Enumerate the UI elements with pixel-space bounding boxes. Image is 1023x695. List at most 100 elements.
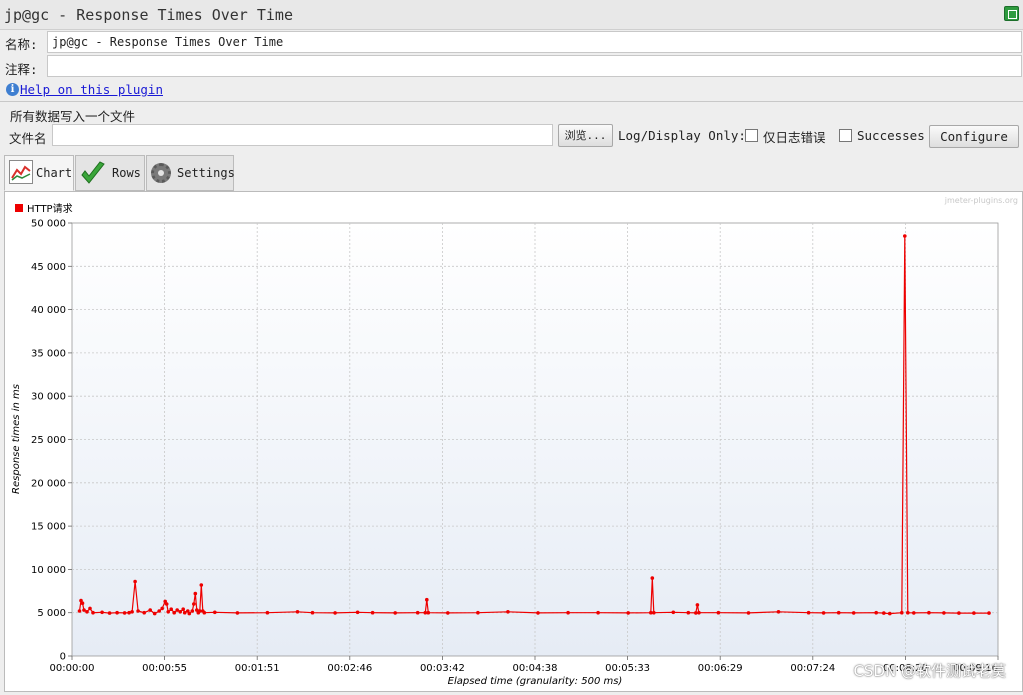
- tab-chart-label: Chart: [36, 166, 73, 180]
- window-title: jp@gc - Response Times Over Time: [4, 6, 293, 24]
- data-point: [903, 234, 907, 238]
- data-point: [190, 609, 195, 613]
- y-tick-label: 45 000: [31, 262, 66, 273]
- data-point: [686, 610, 691, 615]
- data-point: [142, 610, 146, 615]
- data-point: [972, 611, 976, 615]
- tab-rows-label: Rows: [112, 166, 141, 180]
- data-point: [650, 576, 655, 580]
- data-point: [957, 611, 961, 615]
- data-point: [506, 610, 510, 614]
- legend-label: HTTP请求: [27, 202, 73, 215]
- data-point: [202, 610, 207, 615]
- data-point: [694, 611, 698, 615]
- csdn-watermark: CSDN @软件测试老莫: [853, 662, 1006, 680]
- data-point: [172, 610, 176, 615]
- x-tick-label: 00:00:00: [50, 663, 95, 674]
- filename-label: 文件名: [9, 131, 47, 146]
- data-point: [91, 610, 95, 615]
- tab-settings-label: Settings: [177, 166, 235, 180]
- help-link[interactable]: Help on this plugin: [20, 82, 163, 97]
- x-tick-label: 00:04:38: [513, 663, 558, 674]
- x-axis-label: Elapsed time (granularity: 500 ms): [448, 676, 623, 687]
- name-field[interactable]: jp@gc - Response Times Over Time: [47, 31, 1022, 53]
- data-point: [695, 603, 700, 607]
- data-point: [136, 609, 140, 613]
- title-bar: jp@gc - Response Times Over Time: [0, 0, 1023, 30]
- data-point: [671, 610, 676, 615]
- data-point: [836, 610, 841, 615]
- browse-button[interactable]: 浏览...: [558, 124, 613, 147]
- data-point: [888, 611, 892, 616]
- data-point: [942, 611, 946, 615]
- data-point: [199, 583, 204, 587]
- data-point: [166, 610, 170, 614]
- data-point: [213, 610, 217, 615]
- data-point: [355, 610, 360, 615]
- data-point: [169, 607, 173, 611]
- tab-settings[interactable]: Settings: [146, 155, 235, 191]
- data-point: [193, 591, 198, 596]
- comment-field[interactable]: [47, 55, 1022, 77]
- x-tick-label: 00:06:29: [698, 663, 743, 674]
- filename-field[interactable]: [52, 124, 553, 146]
- tab-chart[interactable]: Chart: [4, 155, 74, 191]
- filename-row: 文件名 浏览... Log/Display Only: 仅日志错误 Succes…: [0, 124, 1023, 150]
- divider: [0, 101, 1023, 102]
- y-tick-label: 20 000: [31, 478, 66, 489]
- name-label: 名称:: [5, 37, 38, 52]
- data-point: [192, 602, 196, 606]
- data-point: [164, 602, 169, 606]
- data-point: [716, 610, 721, 615]
- x-tick-label: 00:02:46: [327, 663, 372, 674]
- errors-only-checkbox[interactable]: [745, 129, 758, 142]
- errors-only-label: 仅日志错误: [763, 130, 826, 145]
- data-point: [806, 610, 811, 615]
- data-point: [88, 606, 92, 611]
- data-point: [160, 606, 164, 611]
- x-tick-label: 00:05:33: [605, 663, 650, 674]
- data-point: [115, 610, 119, 615]
- data-point: [122, 611, 127, 615]
- data-point: [333, 611, 337, 615]
- checkmark-icon: [80, 161, 106, 187]
- data-point: [900, 610, 904, 615]
- data-point: [626, 611, 630, 615]
- data-point: [912, 611, 916, 615]
- data-point: [415, 610, 420, 615]
- expand-icon[interactable]: [1004, 6, 1019, 21]
- data-point: [80, 601, 85, 605]
- tab-rows[interactable]: Rows: [75, 155, 145, 191]
- data-point: [157, 609, 161, 613]
- data-point: [187, 611, 192, 616]
- successes-checkbox[interactable]: [839, 129, 852, 142]
- data-point: [536, 611, 540, 615]
- data-point: [181, 607, 185, 611]
- data-point: [393, 611, 398, 615]
- x-tick-label: 00:01:51: [235, 663, 280, 674]
- data-point: [821, 611, 826, 615]
- data-point: [133, 579, 137, 584]
- log-display-label: Log/Display Only:: [618, 128, 746, 143]
- data-point: [596, 610, 600, 615]
- response-times-chart: HTTP请求 0 5 000 10 000 15 000 20 000 25 000 30 …: [11, 202, 999, 687]
- y-tick-label: 50 000: [31, 219, 66, 230]
- data-point: [882, 611, 886, 615]
- data-point: [776, 610, 781, 614]
- y-axis-label: Response times in ms: [11, 384, 22, 494]
- data-point: [295, 610, 300, 614]
- y-tick-label: 0: [60, 652, 66, 663]
- y-tick-label: 5 000: [37, 608, 66, 619]
- chart-icon: [9, 160, 33, 184]
- data-point: [310, 610, 315, 615]
- y-tick-label: 35 000: [31, 348, 66, 359]
- data-point: [148, 608, 152, 612]
- data-point: [370, 610, 375, 615]
- data-point: [426, 610, 431, 615]
- configure-button[interactable]: Configure: [929, 125, 1019, 148]
- data-point: [746, 611, 751, 615]
- data-point: [107, 611, 112, 615]
- legend-swatch: [15, 204, 23, 212]
- data-point: [178, 610, 182, 614]
- y-tick-label: 25 000: [31, 435, 66, 446]
